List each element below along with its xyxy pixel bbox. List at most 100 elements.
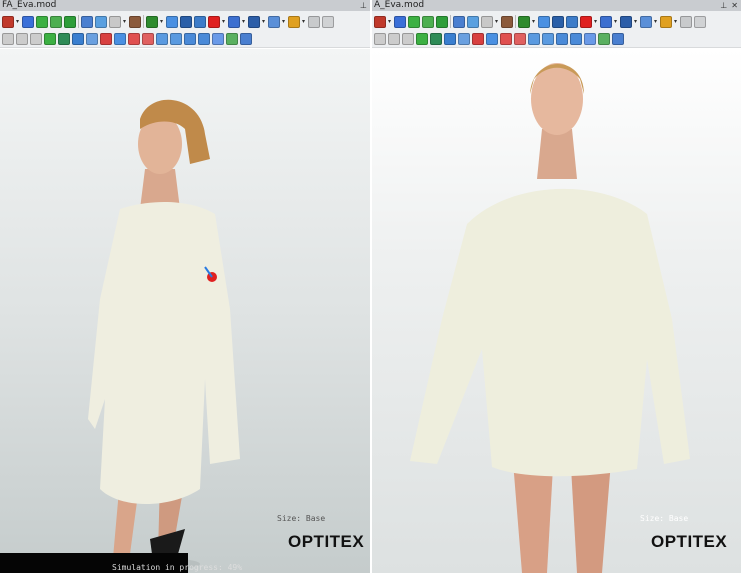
mesh-icon[interactable] — [612, 32, 624, 45]
stitch-icon[interactable] — [566, 15, 578, 28]
toolbar-row-1: ▾ ▾ ▾ ▾ ▾ ▾ ▾ ▾ — [374, 13, 739, 30]
seam-icon[interactable] — [114, 32, 126, 45]
pin-icon[interactable]: ⊥ — [720, 1, 727, 10]
search-3d-icon[interactable] — [166, 15, 178, 28]
avatar-settings-icon[interactable] — [600, 15, 612, 28]
users-icon[interactable] — [268, 15, 280, 28]
info-icon[interactable] — [72, 32, 84, 45]
front-view-icon[interactable] — [500, 32, 512, 45]
arrow-down-icon[interactable] — [50, 15, 62, 28]
search-3d-icon[interactable] — [538, 15, 550, 28]
panel-title: FA_Eva.mod — [2, 0, 57, 10]
stitch-icon[interactable] — [194, 15, 206, 28]
fit-view-icon[interactable] — [453, 15, 465, 28]
grid-icon[interactable] — [16, 32, 28, 45]
dropdown-arrow-icon[interactable]: ▾ — [388, 18, 392, 25]
bottom-view-icon[interactable] — [198, 32, 210, 45]
sphere-icon[interactable] — [680, 15, 692, 28]
3d-viewport[interactable]: Size: Base OPTITEX — [372, 49, 741, 573]
axis-icon[interactable] — [146, 15, 158, 28]
grid-split-icon[interactable] — [374, 32, 386, 45]
window-icon[interactable] — [694, 15, 706, 28]
top-view-icon[interactable] — [184, 32, 196, 45]
dropdown-arrow-icon[interactable]: ▾ — [654, 18, 658, 25]
dotted-frame-icon[interactable] — [212, 32, 224, 45]
text-icon[interactable] — [180, 15, 192, 28]
frame-icon[interactable] — [467, 15, 479, 28]
texture-icon[interactable] — [129, 15, 141, 28]
texture-icon[interactable] — [501, 15, 513, 28]
green-frame-icon[interactable] — [598, 32, 610, 45]
window-icon[interactable] — [322, 15, 334, 28]
select-icon[interactable] — [44, 32, 56, 45]
play-simulation-icon[interactable] — [64, 15, 76, 28]
measure-avatar-icon[interactable] — [660, 15, 672, 28]
bottom-view-icon[interactable] — [570, 32, 582, 45]
back-view-icon[interactable] — [142, 32, 154, 45]
avatar-settings-icon[interactable] — [228, 15, 240, 28]
optitex-logo: OPTITEX — [288, 532, 365, 551]
fit-view-icon[interactable] — [81, 15, 93, 28]
sphere-icon[interactable] — [308, 15, 320, 28]
users-icon[interactable] — [640, 15, 652, 28]
dropdown-arrow-icon[interactable]: ▾ — [282, 18, 286, 25]
draw-icon[interactable] — [430, 32, 442, 45]
pin-point-icon[interactable] — [580, 15, 592, 28]
dropdown-arrow-icon[interactable]: ▾ — [594, 18, 598, 25]
play-simulation-icon[interactable] — [436, 15, 448, 28]
dropdown-arrow-icon[interactable]: ▾ — [495, 18, 499, 25]
3d-viewport[interactable]: Size: Base OPTITEX Simulation in progres… — [0, 49, 370, 573]
monitor-icon[interactable] — [620, 15, 632, 28]
grid-split-icon[interactable] — [2, 32, 14, 45]
dropdown-arrow-icon[interactable]: ▾ — [634, 18, 638, 25]
measure-avatar-icon[interactable] — [288, 15, 300, 28]
mesh-icon[interactable] — [240, 32, 252, 45]
right-view-icon[interactable] — [542, 32, 554, 45]
refresh-icon[interactable] — [408, 15, 420, 28]
dropdown-arrow-icon[interactable]: ▾ — [614, 18, 618, 25]
front-view-icon[interactable] — [128, 32, 140, 45]
pin-icon[interactable]: ⊥ — [360, 1, 367, 10]
dropdown-arrow-icon[interactable]: ▾ — [674, 18, 678, 25]
dropdown-arrow-icon[interactable]: ▾ — [222, 18, 226, 25]
top-view-icon[interactable] — [556, 32, 568, 45]
rotate-icon[interactable] — [100, 32, 112, 45]
pin-point-icon[interactable] — [208, 15, 220, 28]
dropdown-arrow-icon[interactable]: ▾ — [123, 18, 127, 25]
resize-icon[interactable] — [30, 32, 42, 45]
dropdown-arrow-icon[interactable]: ▾ — [262, 18, 266, 25]
select-icon[interactable] — [416, 32, 428, 45]
monitor-icon[interactable] — [248, 15, 260, 28]
right-view-icon[interactable] — [170, 32, 182, 45]
dropdown-arrow-icon[interactable]: ▾ — [242, 18, 246, 25]
grid-icon[interactable] — [388, 32, 400, 45]
disabled-frame-icon[interactable] — [109, 15, 121, 28]
avatar-icon[interactable] — [394, 15, 406, 28]
cube-view-icon[interactable] — [458, 32, 470, 45]
draw-icon[interactable] — [58, 32, 70, 45]
dropdown-arrow-icon[interactable]: ▾ — [532, 18, 536, 25]
seam-icon[interactable] — [486, 32, 498, 45]
frame-icon[interactable] — [95, 15, 107, 28]
axis-icon[interactable] — [518, 15, 530, 28]
rotate-icon[interactable] — [472, 32, 484, 45]
info-icon[interactable] — [444, 32, 456, 45]
close-model-icon[interactable] — [2, 15, 14, 28]
left-view-icon[interactable] — [528, 32, 540, 45]
dropdown-arrow-icon[interactable]: ▾ — [160, 18, 164, 25]
green-frame-icon[interactable] — [226, 32, 238, 45]
close-icon[interactable]: ✕ — [731, 1, 738, 10]
avatar-icon[interactable] — [22, 15, 34, 28]
text-icon[interactable] — [552, 15, 564, 28]
refresh-icon[interactable] — [36, 15, 48, 28]
dotted-frame-icon[interactable] — [584, 32, 596, 45]
left-view-icon[interactable] — [156, 32, 168, 45]
back-view-icon[interactable] — [514, 32, 526, 45]
disabled-frame-icon[interactable] — [481, 15, 493, 28]
close-model-icon[interactable] — [374, 15, 386, 28]
resize-icon[interactable] — [402, 32, 414, 45]
arrow-down-icon[interactable] — [422, 15, 434, 28]
dropdown-arrow-icon[interactable]: ▾ — [302, 18, 306, 25]
dropdown-arrow-icon[interactable]: ▾ — [16, 18, 20, 25]
cube-view-icon[interactable] — [86, 32, 98, 45]
